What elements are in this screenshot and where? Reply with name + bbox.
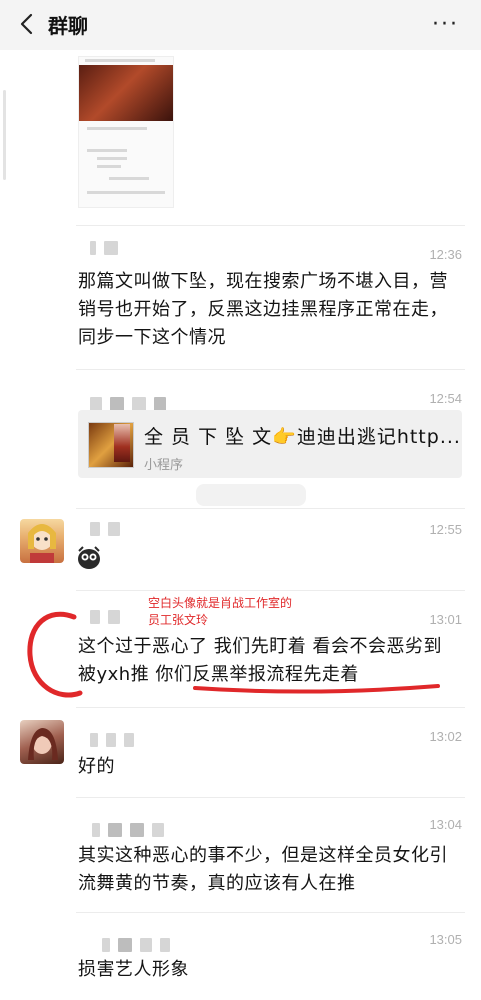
avatar[interactable]	[20, 720, 64, 764]
blurred-area	[196, 484, 306, 506]
divider	[76, 707, 465, 708]
scrollbar[interactable]	[3, 90, 6, 180]
thumbnail-figure	[114, 424, 130, 462]
message-time: 12:54	[429, 391, 462, 406]
message-text: 那篇文叫做下坠，现在搜索广场不堪入目，营销号也开始了，反黑这边挂黑程序正常在走，…	[78, 271, 448, 348]
message-text: 其实这种恶心的事不少，但是这样全员女化引流舞黄的节奏，真的应该有人在推	[78, 845, 448, 894]
message-time: 12:55	[429, 522, 462, 537]
chat-header: 群聊 ···	[0, 0, 481, 50]
chat-title: 群聊	[48, 14, 88, 38]
message-time: 13:04	[429, 817, 462, 832]
sticker-emoji-icon[interactable]	[76, 546, 102, 570]
divider	[76, 225, 465, 226]
more-options-icon[interactable]: ···	[432, 12, 459, 37]
divider	[76, 369, 465, 370]
sender-name-blurred	[78, 938, 178, 952]
message-time: 12:36	[429, 247, 462, 262]
message-time: 13:05	[429, 932, 462, 947]
sender-name-blurred	[78, 733, 142, 747]
mini-program-label: 小程序	[144, 458, 184, 473]
sender-name-blurred	[78, 397, 174, 411]
annotation-line-2: 员工张文玲	[148, 613, 209, 627]
divider	[76, 590, 465, 591]
message-time: 13:01	[429, 612, 462, 627]
red-circle-annotation	[27, 611, 83, 698]
sender-name-blurred	[78, 823, 172, 837]
message-time: 13:02	[429, 729, 462, 744]
divider	[76, 912, 465, 913]
image-screenshot[interactable]	[78, 56, 174, 208]
divider	[76, 797, 465, 798]
mini-program-title: 全 员 下 坠 文👉迪迪出逃记http...	[144, 426, 461, 448]
sender-name-blurred	[78, 241, 126, 255]
red-underline-annotation	[193, 684, 440, 694]
sender-name-blurred	[78, 522, 128, 536]
avatar[interactable]	[20, 519, 64, 563]
annotation-line-1: 空白头像就是肖战工作室的	[148, 596, 293, 610]
message-text: 好的	[78, 756, 115, 777]
divider	[76, 508, 465, 509]
message-text: 损害艺人形象	[78, 959, 189, 980]
mini-program-card[interactable]: 全 员 下 坠 文👉迪迪出逃记http... 小程序	[78, 410, 462, 478]
back-arrow-icon[interactable]	[16, 12, 40, 36]
message-text: 这个过于恶心了 我们先盯着 看会不会恶劣到被yxh推 你们反黑举报流程先走着	[78, 636, 442, 685]
red-annotation-text: 空白头像就是肖战工作室的 员工张文玲	[148, 595, 292, 629]
